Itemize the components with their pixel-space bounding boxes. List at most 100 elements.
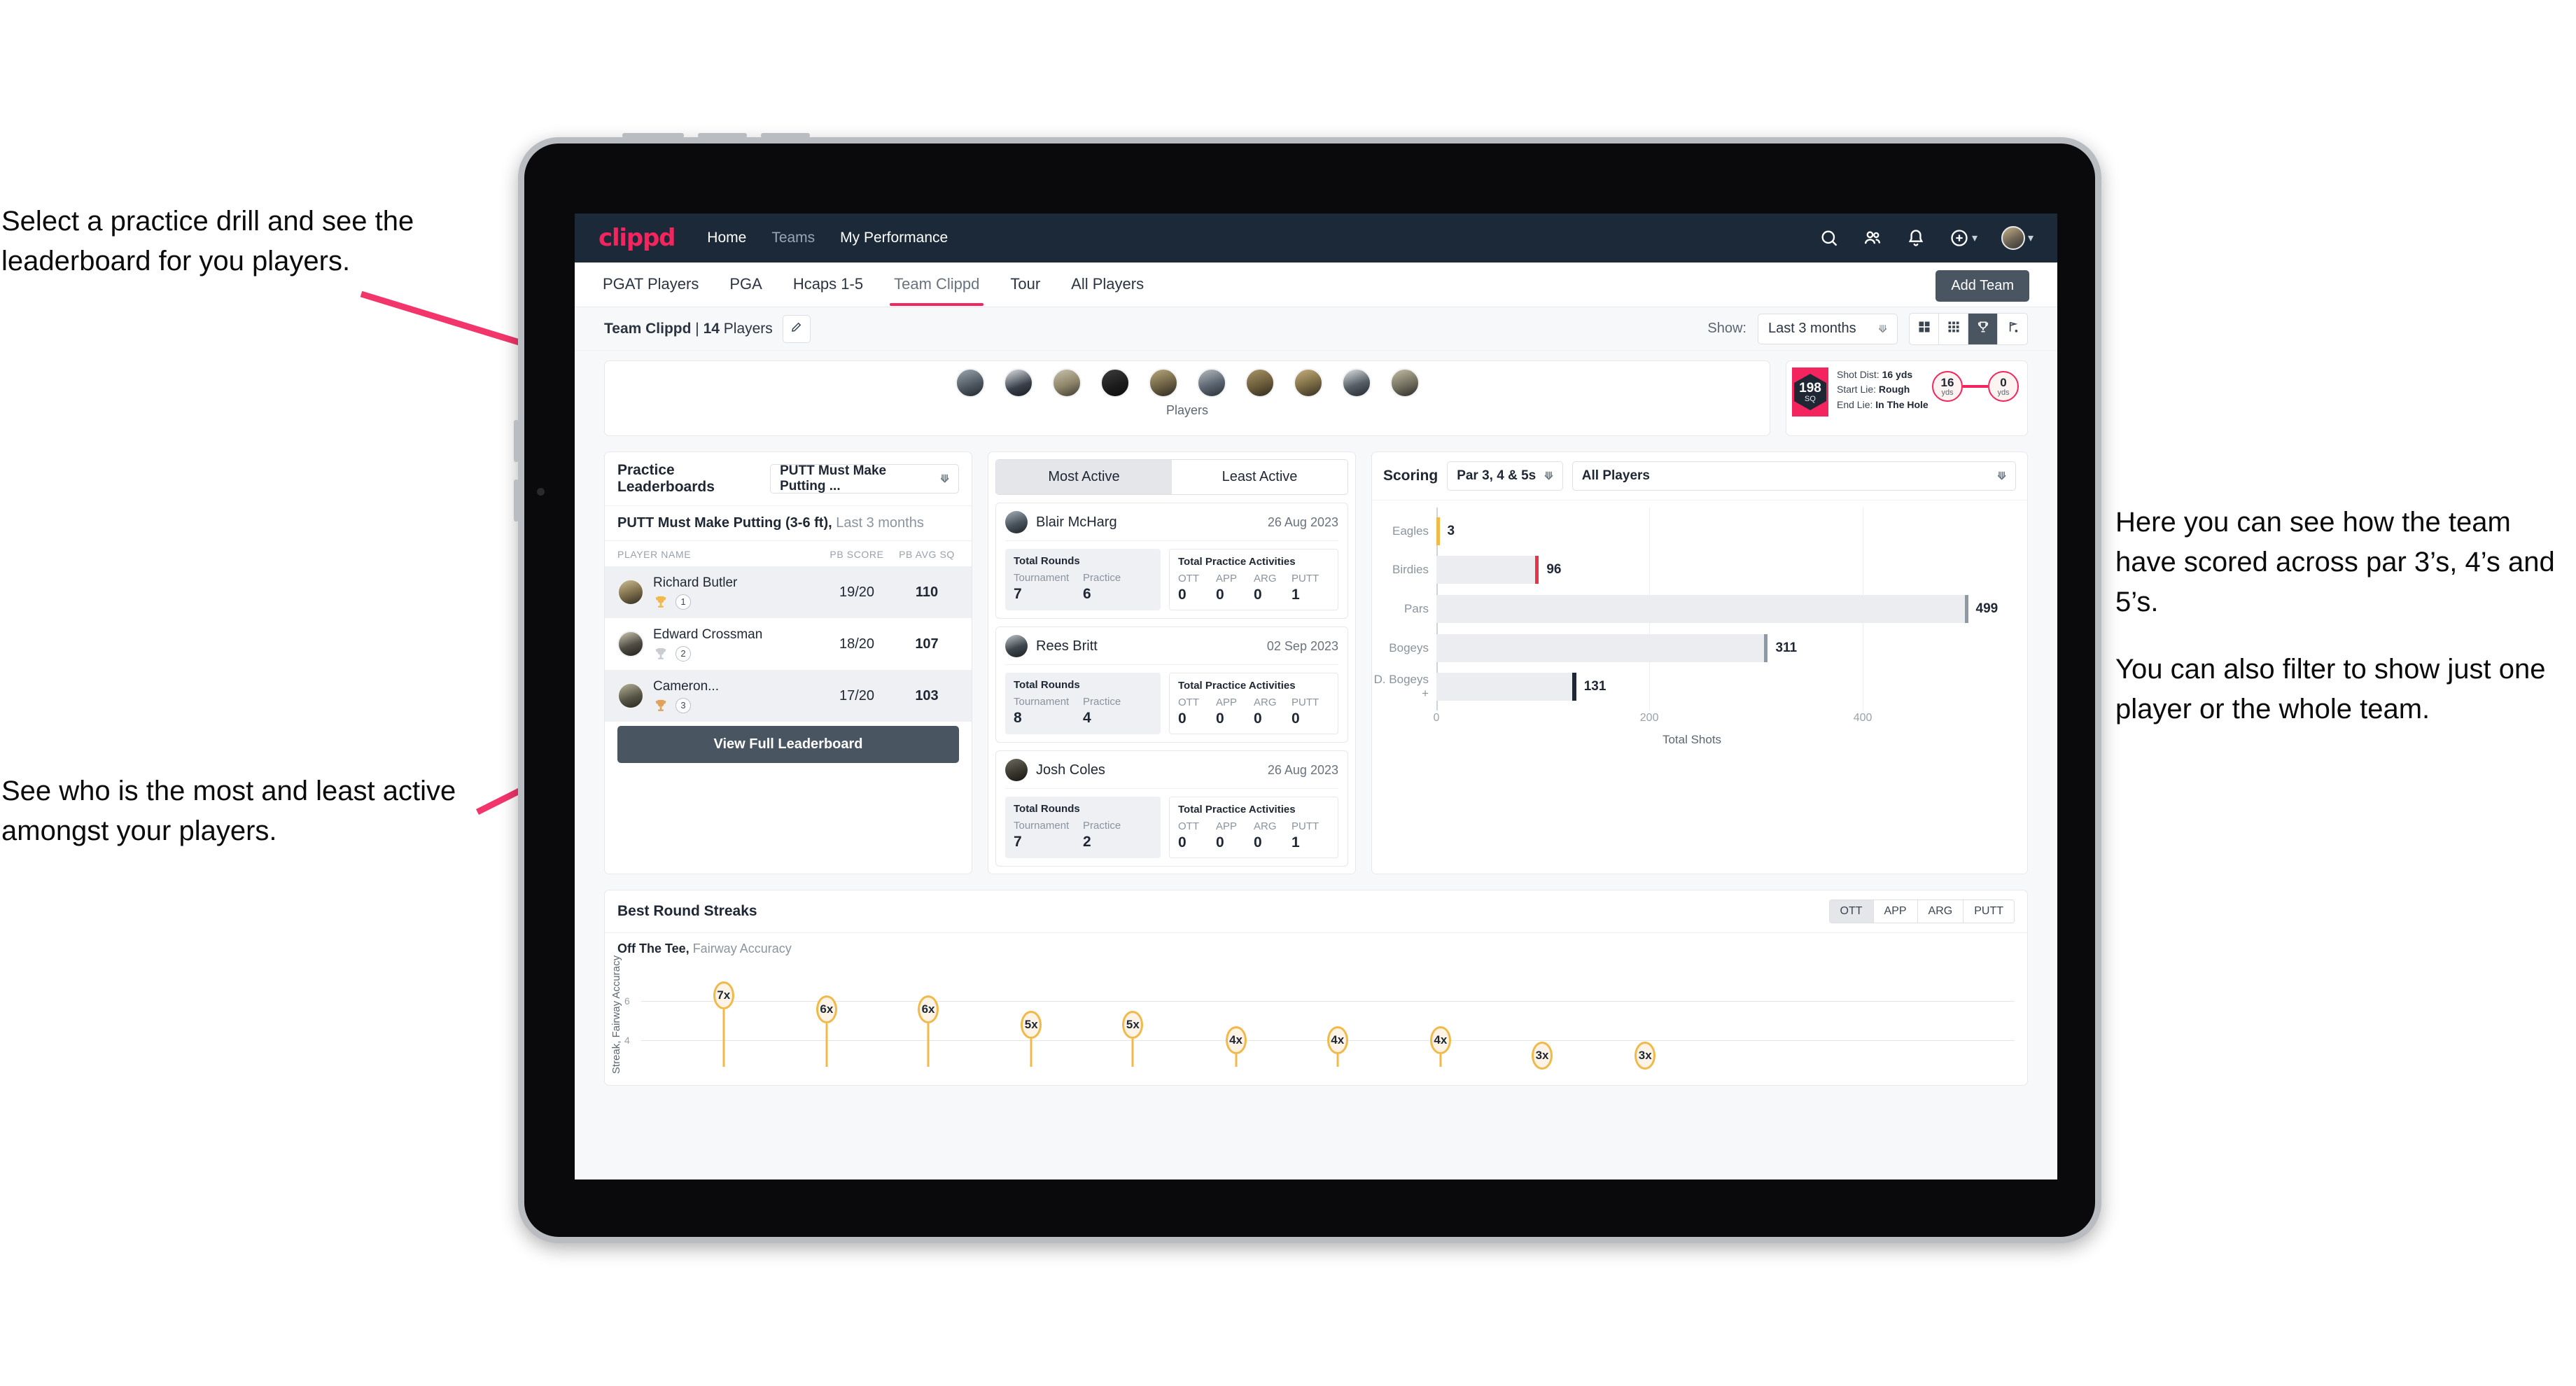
leaderboard-column-headers: PLAYER NAME PB SCORE PB AVG SQ [605, 541, 972, 566]
account-menu[interactable]: ▾ [2001, 226, 2033, 250]
trophy-icon [655, 596, 666, 608]
activity-item[interactable]: Blair McHarg 26 Aug 2023 Total Rounds To… [995, 503, 1348, 619]
nav-link-my-performance[interactable]: My Performance [840, 230, 948, 246]
annotation-practice: Select a practice drill and see the lead… [1, 202, 533, 281]
rounds-practice-value: 6 [1083, 586, 1091, 602]
players-strip-card: Players [604, 360, 1770, 436]
nav-link-home[interactable]: Home [707, 230, 746, 246]
leaderboard-row[interactable]: Richard Butler 1 19/20 110 [605, 566, 972, 618]
par-filter-select[interactable]: Par 3, 4 & 5s ⟱ [1447, 461, 1563, 491]
tab-team-clippd[interactable]: Team Clippd [890, 264, 984, 306]
activity-tabs: Most Active Least Active [995, 459, 1348, 495]
total-rounds-heading: Total Rounds [1014, 803, 1080, 815]
streaks-toggle-app[interactable]: APP [1873, 900, 1918, 923]
account-avatar[interactable] [2001, 226, 2025, 250]
streak-stem [1131, 1039, 1134, 1067]
bar-value: 3 [1447, 523, 1455, 538]
tab-hcaps-1-5[interactable]: Hcaps 1-5 [792, 264, 864, 306]
chevron-down-icon: ▾ [1971, 232, 1977, 244]
shot-dist-value: 16 yds [1882, 369, 1913, 380]
tab-pgat-players[interactable]: PGAT Players [601, 264, 700, 306]
people-icon[interactable] [1863, 228, 1882, 248]
chart-x-ticks: 0 200 400 [1372, 709, 2012, 733]
player-avatar[interactable] [1100, 368, 1130, 398]
bar-track: 311 [1436, 629, 2012, 668]
dashboard-content: Players 198 SQ Shot Dist: 16 yds Start L… [575, 351, 2057, 1086]
nav-link-teams[interactable]: Teams [771, 230, 815, 246]
practice-activities-values: OTT 0 APP 0 ARG 0 PUTT 1 [1178, 820, 1329, 851]
streak-bubble: 3x [1532, 1042, 1553, 1070]
notifications-icon[interactable] [1906, 228, 1926, 248]
streak-bubble: 4x [1225, 1026, 1247, 1054]
player-avatar[interactable] [1341, 368, 1371, 398]
activity-item[interactable]: Josh Coles 26 Aug 2023 Total Rounds Tour… [995, 750, 1348, 867]
tab-tour[interactable]: Tour [1009, 264, 1042, 306]
player-avatar[interactable] [1148, 368, 1178, 398]
drill-select[interactable]: PUTT Must Make Putting ... ⟱ [770, 463, 959, 493]
player-name: Cameron... [653, 678, 719, 694]
practice-arg-value: 0 [1254, 710, 1262, 727]
avatar [1005, 511, 1028, 533]
view-toggle-trophy[interactable] [1968, 313, 1998, 344]
search-icon[interactable] [1819, 228, 1839, 248]
leaderboard-row[interactable]: Edward Crossman 2 18/20 107 [605, 618, 972, 670]
player-avatar[interactable] [1390, 368, 1420, 398]
shot-detail-lines: Shot Dist: 16 yds Start Lie: Rough End L… [1837, 368, 1928, 412]
chart-bar-row: Pars 499 [1372, 589, 2012, 629]
rank-badge: 1 [676, 594, 691, 610]
date-range-select[interactable]: Last 3 months ⟱ [1758, 313, 1898, 344]
practice-activities-heading: Total Practice Activities [1178, 556, 1296, 568]
player-badges: 3 [653, 697, 819, 713]
team-subheader: Team Clippd | 14 Players Show: Last 3 mo… [575, 307, 2057, 351]
rounds-tournament: Tournament 7 [1014, 572, 1083, 603]
player-avatar[interactable] [955, 368, 985, 398]
player-filter-select[interactable]: All Players ⟱ [1572, 461, 2016, 491]
bar-fill [1436, 594, 1968, 623]
streaks-toggle-putt[interactable]: PUTT [1963, 900, 2014, 923]
edit-team-button[interactable] [782, 314, 811, 343]
tab-most-active[interactable]: Most Active [996, 460, 1172, 494]
activity-item[interactable]: Rees Britt 02 Sep 2023 Total Rounds Tour… [995, 626, 1348, 743]
tab-least-active[interactable]: Least Active [1172, 460, 1348, 494]
tab-pga[interactable]: PGA [728, 264, 763, 306]
player-avatar[interactable] [1051, 368, 1082, 398]
practice-putt-value: 1 [1292, 834, 1300, 850]
streaks-toggle-ott[interactable]: OTT [1829, 900, 1874, 923]
leaderboard-row-main: Cameron... 3 [653, 679, 819, 713]
player-avatar[interactable] [1245, 368, 1275, 398]
practice-putt-value: 1 [1292, 587, 1300, 603]
bar-value: 96 [1546, 562, 1562, 578]
tab-all-players[interactable]: All Players [1070, 264, 1145, 306]
practice-app-value: 0 [1216, 710, 1224, 727]
practice-app-value: 0 [1216, 587, 1224, 603]
team-players-word: Players [719, 320, 773, 337]
player-avatar[interactable] [1003, 368, 1033, 398]
avatar [617, 631, 644, 657]
practice-ott-value: 0 [1178, 587, 1186, 603]
view-full-leaderboard-button[interactable]: View Full Leaderboard [617, 726, 959, 763]
view-toggle-flag[interactable] [1998, 314, 2027, 344]
streaks-gridline: 6 [624, 995, 2015, 1007]
pencil-icon [790, 321, 803, 337]
rounds-practice: Practice 4 [1083, 696, 1152, 727]
rounds-practice-key: Practice [1083, 696, 1121, 708]
add-team-button[interactable]: Add Team [1935, 270, 2029, 302]
grid-large-icon [1917, 320, 1931, 337]
rounds-tournament-key: Tournament [1014, 696, 1070, 708]
practice-putt: PUTT 1 [1292, 820, 1329, 851]
leaderboard-row[interactable]: Cameron... 3 17/20 103 [605, 670, 972, 722]
add-circle-icon[interactable] [1949, 228, 1969, 248]
annotation-activity-text: See who is the most and least active amo… [1, 776, 456, 846]
player-avatar[interactable] [1196, 368, 1226, 398]
view-toggle-grid-small[interactable] [1939, 313, 1968, 344]
view-toggle-grid-large[interactable] [1910, 313, 1939, 344]
practice-arg-value: 0 [1254, 834, 1262, 850]
practice-ott: OTT 0 [1178, 820, 1216, 851]
player-avatar[interactable] [1293, 368, 1323, 398]
streaks-toggle-arg[interactable]: ARG [1917, 900, 1964, 923]
rounds-tournament-key: Tournament [1014, 820, 1070, 832]
x-tick: 0 [1433, 712, 1440, 724]
clippd-logo[interactable]: clippd [598, 224, 676, 252]
pb-score-value: 17/20 [839, 687, 875, 704]
add-menu[interactable]: ▾ [1949, 228, 1977, 248]
